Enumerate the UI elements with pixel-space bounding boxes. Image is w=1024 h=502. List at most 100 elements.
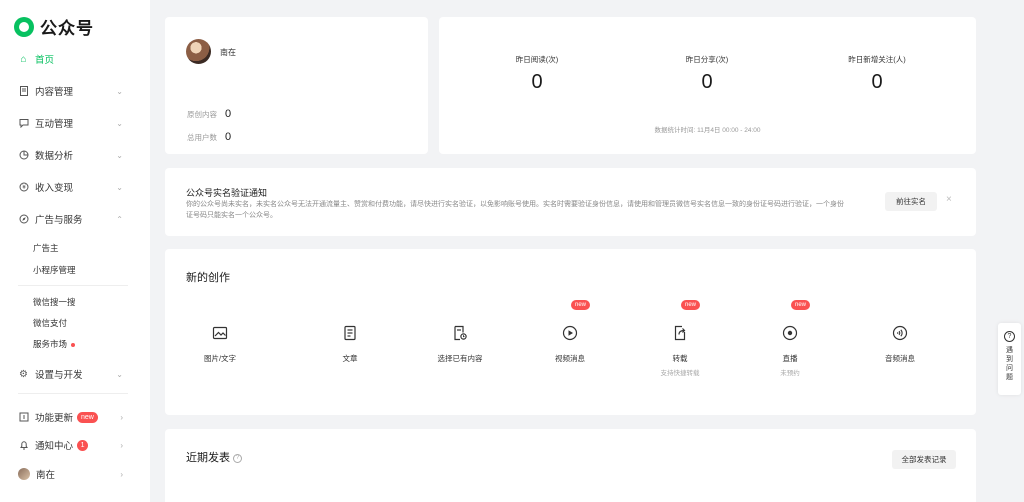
chevron-down-icon: ⌄ (116, 150, 123, 160)
chevron-up-icon: ⌃ (116, 214, 123, 224)
sidebar-subitem-pay[interactable]: 微信支付 (33, 317, 67, 329)
divider (18, 285, 128, 286)
sidebar-item-label: 内容管理 (35, 87, 74, 98)
image-text-icon (211, 324, 229, 342)
sidebar: 公众号 ⌂ 首页 内容管理 ⌄ 互动管理 ⌄ 数据分析 ⌄ ¥ 收入变现 ⌄ 广… (0, 0, 150, 502)
create-label: 视频消息 (555, 354, 585, 363)
new-badge: new (791, 300, 811, 310)
help-icon[interactable]: ? (233, 453, 242, 463)
create-repost[interactable]: new 转载 支持快捷转载 (640, 300, 720, 377)
document-icon (18, 86, 29, 97)
chevron-down-icon: ⌄ (116, 118, 123, 128)
create-label: 直播 (782, 354, 798, 363)
original-content-stat: 原创内容 0 (187, 108, 231, 120)
sidebar-item-label: 数据分析 (35, 151, 74, 162)
verify-button[interactable]: 前往实名 (885, 192, 937, 211)
metric-value: 0 (531, 71, 543, 93)
avatar[interactable] (186, 39, 211, 64)
sidebar-item-notify[interactable]: 通知中心 1 › (18, 436, 123, 454)
gear-icon: ⚙ (19, 368, 28, 380)
existing-content-icon (451, 324, 469, 342)
sidebar-item-label: 功能更新 (35, 413, 74, 424)
live-icon (781, 324, 799, 342)
metric-shares: 昨日分享(次) 0 (642, 54, 772, 94)
create-sublabel: 未预约 (780, 370, 800, 377)
home-icon: ⌂ (20, 53, 27, 65)
all-posts-button[interactable]: 全部发表记录 (892, 450, 956, 469)
create-article[interactable]: 文章 (310, 324, 390, 364)
sidebar-subitem-miniprogram[interactable]: 小程序管理 (33, 264, 76, 276)
video-icon (561, 324, 579, 342)
recent-posts-card: 近期发表? 全部发表记录 (165, 429, 976, 502)
chevron-right-icon: › (120, 412, 123, 422)
create-label: 图片/文字 (203, 354, 237, 363)
notification-count: 1 (77, 439, 89, 451)
sidebar-item-label: 首页 (35, 55, 55, 66)
metric-followers: 昨日新增关注(人) 0 (812, 54, 942, 94)
metric-value: 0 (871, 71, 883, 93)
section-title: 新的创作 (186, 272, 230, 284)
chevron-right-icon: › (120, 469, 123, 479)
update-icon (18, 412, 29, 423)
create-label: 转载 (672, 354, 688, 363)
create-audio[interactable]: 音频消息 (860, 324, 940, 364)
notice-title: 公众号实名验证通知 (186, 188, 268, 198)
yesterday-stats-card: 昨日阅读(次) 0 昨日分享(次) 0 昨日新增关注(人) 0 数据统计时间: … (439, 17, 976, 154)
create-video[interactable]: new 视频消息 (530, 300, 610, 364)
app-logo[interactable]: 公众号 (14, 14, 94, 39)
status-dot (71, 343, 76, 347)
new-badge: new (681, 300, 701, 310)
app-name: 公众号 (40, 19, 94, 38)
sidebar-item-user[interactable]: 南在 › (18, 465, 123, 483)
sidebar-item-label: 南在 (36, 470, 56, 481)
bell-icon (18, 440, 29, 451)
sidebar-item-home[interactable]: ⌂ 首页 (18, 50, 113, 68)
metric-value: 0 (701, 71, 713, 93)
chevron-right-icon: › (120, 440, 123, 450)
metric-label: 昨日阅读(次) (515, 55, 559, 64)
create-image-text[interactable]: 图片/文字 (180, 324, 260, 364)
section-title: 近期发表? (186, 449, 242, 465)
logo-icon (14, 16, 34, 37)
account-name: 南在 (220, 48, 236, 57)
sidebar-subitem-search[interactable]: 微信搜一搜 (33, 296, 76, 308)
notice-body: 你的公众号尚未实名，未实名公众号无法开通流量主、赞赏和付费功能，请尽快进行实名验… (186, 201, 844, 219)
sidebar-item-interact[interactable]: 互动管理 ⌄ (18, 114, 123, 132)
sidebar-item-label: 通知中心 (35, 441, 74, 452)
sidebar-item-ads[interactable]: 广告与服务 ⌃ (18, 210, 123, 228)
create-label: 音频消息 (885, 354, 915, 363)
create-label: 文章 (342, 354, 358, 363)
stat-value: 0 (225, 108, 232, 120)
repost-icon (671, 324, 689, 342)
profile-card: 南在 原创内容 0 总用户数 0 (165, 17, 428, 154)
help-button[interactable]: ? 遇到问题 (998, 323, 1021, 395)
sidebar-item-settings[interactable]: ⚙ 设置与开发 ⌄ (18, 365, 123, 383)
pie-chart-icon (18, 150, 29, 161)
metric-label: 昨日新增关注(人) (848, 55, 906, 64)
new-badge: new (77, 411, 98, 423)
sidebar-item-updates[interactable]: 功能更新 new › (18, 408, 123, 426)
create-live[interactable]: new 直播 未预约 (750, 300, 830, 377)
sidebar-subitem-advertiser[interactable]: 广告主 (33, 242, 59, 254)
chevron-down-icon: ⌄ (116, 182, 123, 192)
close-icon[interactable]: × (946, 194, 952, 205)
sidebar-item-income[interactable]: ¥ 收入变现 ⌄ (18, 178, 123, 196)
sidebar-item-label: 收入变现 (35, 183, 74, 194)
total-users-stat: 总用户数 0 (187, 131, 231, 143)
avatar (18, 468, 30, 480)
yen-icon: ¥ (18, 182, 29, 193)
sidebar-item-label: 服务市场 (33, 339, 68, 349)
metric-reads: 昨日阅读(次) 0 (472, 54, 602, 94)
stat-label: 原创内容 (187, 109, 217, 119)
create-existing[interactable]: 选择已有内容 (420, 324, 500, 364)
divider (18, 393, 128, 394)
section-title-text: 近期发表 (186, 452, 230, 464)
sidebar-item-content[interactable]: 内容管理 ⌄ (18, 82, 123, 100)
sidebar-item-label: 广告与服务 (35, 215, 83, 226)
sidebar-item-label: 互动管理 (35, 119, 74, 130)
sidebar-subitem-market[interactable]: 服务市场 (33, 338, 76, 350)
stats-time-note: 数据统计时间: 11月4日 00:00 - 24:00 (654, 127, 761, 134)
sidebar-item-analysis[interactable]: 数据分析 ⌄ (18, 146, 123, 164)
metric-label: 昨日分享(次) (685, 55, 729, 64)
chat-icon (18, 118, 29, 129)
